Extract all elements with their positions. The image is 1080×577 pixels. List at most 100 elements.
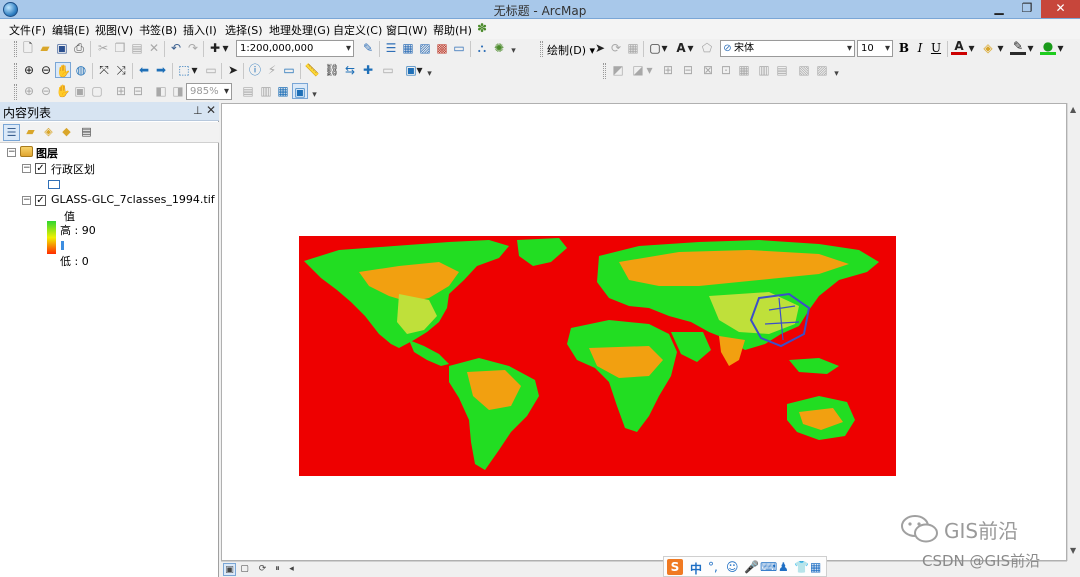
pan-hand-icon[interactable]: ✋ — [55, 62, 71, 78]
data-driven-pages-icon[interactable]: ▣ — [292, 83, 308, 99]
modelbuilder-icon[interactable]: ⛬ — [474, 40, 490, 56]
python-window-icon[interactable]: ▭ — [451, 40, 467, 56]
toolbar-options-icon[interactable]: ▾ — [310, 87, 319, 103]
find-binoculars-icon[interactable]: ⛓ — [324, 62, 340, 78]
underline-button[interactable]: U — [928, 40, 944, 56]
pin-icon[interactable]: ⊥ — [193, 104, 203, 117]
python-icon[interactable]: ✽ — [474, 20, 490, 36]
list-by-drawing-order-icon[interactable]: ☰ — [3, 124, 20, 141]
list-by-visibility-icon[interactable]: ◈ — [40, 124, 57, 141]
full-extent-icon[interactable]: ◍ — [73, 62, 89, 78]
cut-icon[interactable]: ✂ — [95, 40, 111, 56]
user-icon[interactable]: ♟ — [778, 560, 789, 574]
clear-selection-icon[interactable]: ▭ — [203, 62, 219, 78]
html-popup-icon[interactable]: ▭ — [281, 62, 297, 78]
keyboard-icon[interactable]: ⌨ — [760, 560, 777, 574]
georef-dropdown-icon[interactable]: ▾ — [645, 62, 654, 78]
toolbar-grip[interactable] — [540, 41, 543, 57]
georef-icon-2[interactable]: ◪ — [630, 62, 646, 78]
rectangle-dropdown-icon[interactable]: ▾ — [660, 40, 669, 56]
fixed-zoom-out-icon[interactable]: ⤨ — [113, 62, 129, 78]
ime-toolbar[interactable]: S 中 °, ☺ 🎤 ⌨ ♟ 👕 ▦ — [663, 556, 827, 577]
search-window-icon[interactable]: ▨ — [417, 40, 433, 56]
georef-icon-1[interactable]: ◩ — [610, 62, 626, 78]
undo-icon[interactable]: ↶ — [168, 40, 184, 56]
font-size-dropdown[interactable]: 10 — [857, 40, 893, 57]
toolbar-grip[interactable] — [603, 63, 606, 79]
georef-icon-8[interactable]: ▥ — [756, 62, 772, 78]
font-color-icon[interactable]: A — [951, 40, 967, 55]
catalog-icon[interactable]: ▦ — [400, 40, 416, 56]
menu-geoprocessing[interactable]: 地理处理(G) — [269, 22, 330, 38]
time-slider-icon[interactable]: ▭ — [380, 62, 396, 78]
arctoolbox-icon[interactable]: ▩ — [434, 40, 450, 56]
sogou-logo-icon[interactable]: S — [667, 559, 683, 575]
zoom-100-icon[interactable]: ▢ — [89, 83, 105, 99]
add-data-dropdown-icon[interactable]: ▾ — [221, 40, 230, 56]
landcover-raster[interactable] — [299, 236, 896, 476]
edit-vertices-icon[interactable]: ⬠ — [699, 40, 715, 56]
measure-icon[interactable]: 📏 — [304, 62, 320, 78]
open-icon[interactable]: ▰ — [37, 40, 53, 56]
map-scale-dropdown[interactable]: 1:200,000,000 — [236, 40, 354, 57]
menu-help[interactable]: 帮助(H) — [433, 22, 472, 38]
toolbar-grip[interactable] — [14, 84, 17, 100]
data-view-icon[interactable]: ▣ — [223, 563, 236, 576]
collapse-layer-raster-icon[interactable]: − — [22, 196, 31, 205]
layout-view-icon[interactable]: ▢ — [238, 563, 251, 576]
georef-icon-7[interactable]: ▦ — [736, 62, 752, 78]
georef-icon-4[interactable]: ⊟ — [680, 62, 696, 78]
font-color-dropdown-icon[interactable]: ▾ — [967, 40, 976, 56]
italic-button[interactable]: I — [912, 40, 928, 56]
toggle-draft-mode-icon[interactable]: ▤ — [240, 83, 256, 99]
editor-toolbar-icon[interactable]: ✎ — [360, 40, 376, 56]
polygon-symbol-swatch[interactable] — [48, 180, 60, 189]
font-name-dropdown[interactable]: 宋体 — [720, 40, 855, 57]
toolbar-options-icon[interactable]: ▾ — [509, 43, 518, 59]
menu-bookmarks[interactable]: 书签(B) — [139, 22, 177, 38]
voice-icon[interactable]: 🎤 — [744, 560, 759, 574]
bold-button[interactable]: B — [896, 40, 912, 56]
ime-mode[interactable]: 中 — [690, 560, 702, 577]
new-document-icon[interactable]: 🗋 — [20, 40, 36, 56]
list-by-source-icon[interactable]: ▰ — [22, 124, 39, 141]
layout-forward-icon[interactable]: ◨ — [170, 83, 186, 99]
menu-view[interactable]: 视图(V) — [95, 22, 133, 38]
layers-group-label[interactable]: 图层 — [36, 145, 58, 161]
layer-raster-checkbox[interactable]: ✓ — [35, 195, 46, 206]
redo-icon[interactable]: ↷ — [185, 40, 201, 56]
layout-fixed-zoom-out-icon[interactable]: ⊟ — [130, 83, 146, 99]
select-elements-icon[interactable]: ➤ — [592, 40, 608, 56]
vertical-scrollbar[interactable]: ▲ ▼ — [1067, 103, 1080, 561]
toolbar-grip[interactable] — [14, 63, 17, 79]
go-forward-icon[interactable]: ➡ — [153, 62, 169, 78]
georef-icon-11[interactable]: ▨ — [814, 62, 830, 78]
toolbar-options-icon[interactable]: ▾ — [425, 66, 434, 82]
pause-drawing-icon[interactable]: ⏸ — [271, 563, 284, 576]
draw-menu[interactable]: 绘制(D) ▾ — [547, 42, 595, 58]
georef-icon-3[interactable]: ⊞ — [660, 62, 676, 78]
menu-file[interactable]: 文件(F) — [9, 22, 46, 38]
menu-edit[interactable]: 编辑(E) — [52, 22, 90, 38]
go-to-xy-icon[interactable]: ✚ — [360, 62, 376, 78]
rotate-icon[interactable]: ⟳ — [608, 40, 624, 56]
menu-customize[interactable]: 自定义(C) — [333, 22, 382, 38]
menu-selection[interactable]: 选择(S) — [225, 22, 263, 38]
find-route-icon[interactable]: ⇆ — [342, 62, 358, 78]
select-features-dropdown-icon[interactable]: ▾ — [190, 62, 199, 78]
close-button[interactable]: ✕ — [1041, 0, 1080, 18]
zoom-out-icon[interactable]: ⊖ — [38, 62, 54, 78]
toc-close-icon[interactable]: ✕ — [206, 103, 216, 117]
maximize-button[interactable]: ❐ — [1013, 0, 1041, 18]
punctuation-icon[interactable]: °, — [708, 560, 718, 574]
zoom-whole-page-icon[interactable]: ▣ — [72, 83, 88, 99]
georef-icon-5[interactable]: ⊠ — [700, 62, 716, 78]
table-of-contents-icon[interactable]: ☰ — [383, 40, 399, 56]
menu-windows[interactable]: 窗口(W) — [386, 22, 427, 38]
toolbox-icon[interactable]: ▦ — [810, 560, 821, 574]
go-back-icon[interactable]: ⬅ — [136, 62, 152, 78]
zoom-to-elements-icon[interactable]: ▦ — [625, 40, 641, 56]
marker-color-icon[interactable]: ● — [1040, 40, 1056, 55]
scroll-down-icon[interactable]: ▼ — [1070, 546, 1076, 555]
fill-color-icon[interactable]: ◈ — [980, 40, 996, 56]
